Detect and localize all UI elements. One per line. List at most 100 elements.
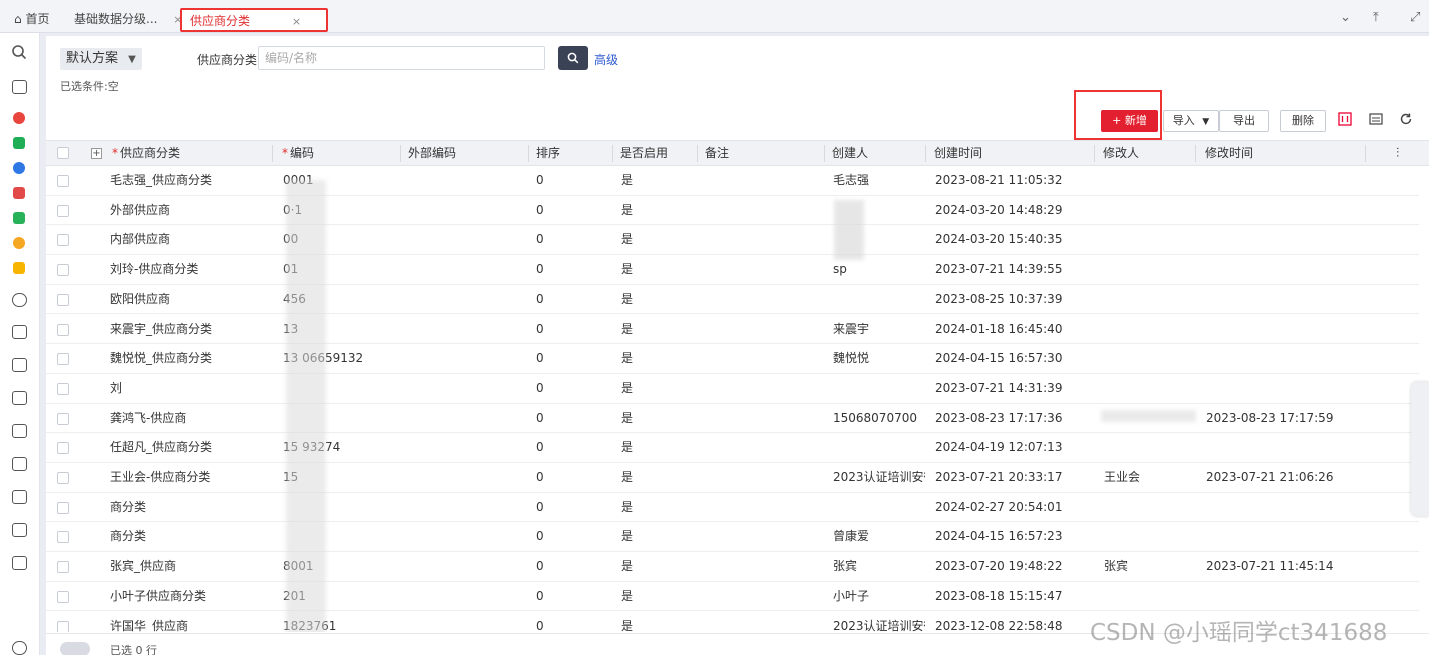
cell-sort: 0 (536, 202, 544, 217)
row-checkbox[interactable] (57, 412, 69, 425)
row-checkbox[interactable] (57, 531, 69, 544)
search-button[interactable] (558, 46, 588, 70)
table-row[interactable]: 刘玲-供应商分类010是sp2023-07-21 14:39:55 (46, 255, 1419, 285)
table-row[interactable]: 魏悦悦_供应商分类13 066591320是魏悦悦2024-04-15 16:5… (46, 344, 1419, 374)
chevron-down-icon[interactable]: ⌄ (1340, 10, 1351, 25)
ui-settings-icon[interactable] (1337, 112, 1353, 128)
row-checkbox[interactable] (57, 204, 69, 217)
upload-icon[interactable]: ⤒ (1373, 10, 1379, 25)
app-icon-green-2[interactable] (10, 209, 28, 227)
cell-category: 魏悦悦_供应商分类 (110, 351, 213, 366)
cell-modified-time: 2023-08-23 17:17:59 (1206, 410, 1334, 425)
app-icon-orange[interactable] (10, 234, 28, 252)
table-row[interactable]: 龚鸿飞-供应商 0 是 15068070700 2023-08-23 17:17:36 2… (46, 404, 1419, 434)
app-icon-yellow[interactable] (10, 259, 28, 277)
monitor-icon[interactable] (10, 521, 28, 539)
column-divider (1094, 145, 1095, 162)
table-row[interactable]: 刘 0 是 2023-07-21 14:31:39 (46, 374, 1419, 404)
header-category[interactable]: * 供应商分类 (112, 141, 180, 166)
row-checkbox[interactable] (57, 234, 69, 247)
app-icon-green[interactable] (10, 134, 28, 152)
app-icon-blue[interactable] (10, 159, 28, 177)
grid-icon[interactable] (10, 554, 28, 572)
settings-icon[interactable] (10, 639, 28, 655)
keyboard-icon[interactable] (1368, 112, 1384, 128)
house-icon[interactable] (10, 422, 28, 440)
cell-sort: 0 (536, 380, 544, 395)
selection-toggle[interactable] (60, 642, 90, 655)
folder-star-icon[interactable] (10, 78, 28, 96)
cell-category: 毛志强_供应商分类 (110, 173, 213, 187)
cell-sort: 0 (536, 499, 544, 514)
column-divider (612, 145, 613, 162)
row-checkbox[interactable] (57, 353, 69, 366)
advanced-link[interactable]: 高级 (594, 51, 618, 68)
row-checkbox[interactable] (57, 472, 69, 484)
cell-category: 刘玲-供应商分类 (110, 262, 199, 277)
row-checkbox[interactable] (57, 620, 69, 632)
tab-supplier-category[interactable]: 供应商分类 × (180, 8, 328, 32)
select-all-checkbox[interactable] (57, 147, 69, 159)
cell-enabled: 是 (621, 440, 634, 455)
row-checkbox[interactable] (57, 590, 69, 603)
layers-icon[interactable] (10, 323, 28, 341)
row-checkbox[interactable] (57, 561, 69, 574)
expand-all-icon[interactable]: + (91, 148, 102, 159)
export-button[interactable]: 导出 (1219, 110, 1269, 132)
table-row[interactable]: 小叶子供应商分类2010是小叶子2023-08-18 15:15:47 (46, 582, 1419, 612)
table-row[interactable]: 来震宇_供应商分类130是来震宇2024-01-18 16:45:40 (46, 315, 1419, 345)
row-checkbox[interactable] (57, 323, 69, 336)
header-enabled[interactable]: 是否启用 (620, 141, 668, 166)
row-checkbox[interactable] (57, 175, 69, 187)
search-input[interactable] (258, 46, 545, 70)
header-modifier[interactable]: 修改人 (1103, 141, 1139, 166)
row-checkbox[interactable] (57, 264, 69, 277)
table-row[interactable]: 毛志强_供应商分类00010是毛志强2023-08-21 11:05:32 (46, 166, 1419, 196)
row-checkbox[interactable] (57, 382, 69, 395)
header-created-time[interactable]: 创建时间 (934, 141, 982, 166)
store-icon[interactable] (10, 356, 28, 374)
header-category-label: 供应商分类 (120, 146, 181, 160)
table-row[interactable]: 张宾_供应商80010是张宾2023-07-20 19:48:22张宾2023-… (46, 552, 1419, 582)
side-widget[interactable] (1411, 382, 1429, 516)
cell-category: 内部供应商 (110, 232, 171, 247)
cell-created-time: 2024-04-15 16:57:23 (935, 529, 1063, 544)
search-icon[interactable] (10, 43, 28, 61)
row-checkbox[interactable] (57, 501, 69, 514)
column-settings-icon[interactable]: ⫶ (1396, 141, 1399, 166)
app-icon-red-2[interactable] (10, 184, 28, 202)
cell-creator: 15068070700 (833, 410, 917, 425)
refresh-icon[interactable] (1398, 112, 1414, 128)
row-checkbox[interactable] (57, 293, 69, 306)
cell-enabled: 是 (621, 588, 634, 603)
header-creator[interactable]: 创建人 (832, 141, 868, 166)
header-modified-time[interactable]: 修改时间 (1205, 141, 1253, 166)
import-button[interactable]: 导入 ▼ (1163, 110, 1219, 132)
app-icon-red[interactable] (10, 109, 28, 127)
header-sort[interactable]: 排序 (536, 141, 560, 166)
scheme-select[interactable]: 默认方案 ▼ (60, 48, 142, 70)
tab-home[interactable]: ⌂ 首页 (6, 8, 57, 30)
users-icon[interactable] (10, 291, 28, 309)
header-external-code[interactable]: 外部编码 (408, 141, 456, 166)
clipboard-icon[interactable] (10, 389, 28, 407)
table-row[interactable]: 任超凡_供应商分类15 932740是2024-04-19 12:07:13 (46, 433, 1419, 463)
tab-basic-data[interactable]: 基础数据分级... × (66, 8, 183, 30)
folder-icon[interactable] (10, 455, 28, 473)
header-remark[interactable]: 备注 (705, 141, 729, 166)
table-row[interactable]: 商分类 0 是 曾康爱 2024-04-15 16:57:23 (46, 522, 1419, 553)
table-row[interactable]: 内部供应商000是2024-03-20 15:40:35 (46, 225, 1419, 256)
row-checkbox[interactable] (57, 442, 69, 455)
delete-button[interactable]: 删除 (1280, 110, 1326, 132)
add-button[interactable]: + 新增 (1101, 110, 1158, 132)
shop-icon[interactable] (10, 488, 28, 506)
table-row[interactable]: 欧阳供应商4560是2023-08-25 10:37:39 (46, 285, 1419, 315)
cell-enabled: 是 (621, 618, 634, 633)
table-row[interactable]: 外部供应商0·10是2024-03-20 14:48:29 (46, 196, 1419, 226)
close-icon[interactable]: × (292, 15, 301, 28)
table-row[interactable]: 王业会-供应商分类150是2023认证培训安徽2023-07-21 20:33:… (46, 463, 1419, 493)
expand-icon[interactable]: ⤢ (1410, 10, 1420, 25)
cell-created-time: 2024-04-19 12:07:13 (935, 440, 1063, 455)
table-row[interactable]: 商分类 0 是 2024-02-27 20:54:01 (46, 493, 1419, 523)
header-code[interactable]: * 编码 (282, 141, 314, 166)
